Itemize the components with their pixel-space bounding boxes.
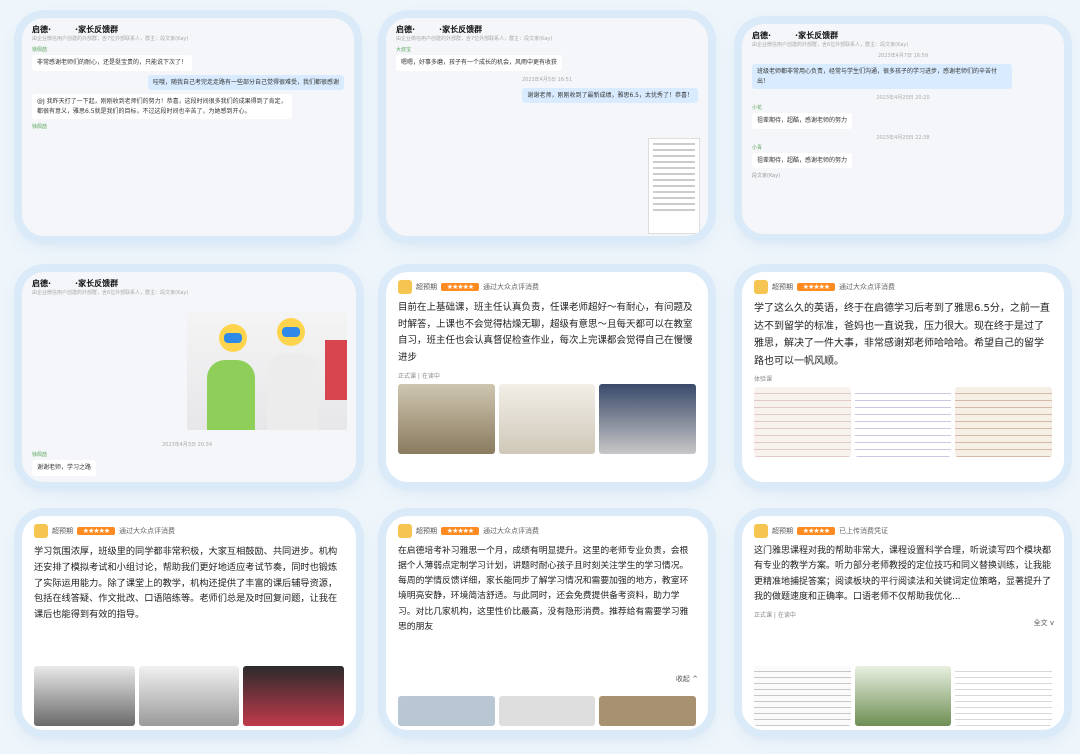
students-photo: [187, 312, 347, 430]
review-source: 通过大众点评消费: [483, 527, 539, 535]
message-bubble: 哇哦，随我自己考完走走路有一些部分自己觉得很难受，我们都很感谢: [147, 74, 344, 91]
star-rating-icon: ★★★★★: [441, 527, 479, 535]
worksheet-photo: [955, 666, 1053, 726]
display-wall-photo: [243, 666, 345, 726]
review-text: 学了这么久的英语，终于在启德学习后考到了雅思6.5分，之前一直达不到留学的标准，…: [754, 303, 1050, 367]
course-tag: 正式课 | 在读中: [398, 372, 440, 380]
chat-subtitle: 由企业微信用户创建的外部群，含7位外部联系人，群主：段文家(Kay): [396, 36, 553, 42]
message-bubble: 嗯嗯，好事多磨，孩子有一个成长的机会，风雨中更有收获: [396, 55, 563, 71]
chevron-down-icon: v: [1049, 619, 1054, 627]
timestamp: 2023年4月20日 20:20: [876, 95, 930, 102]
collage: 启德· ·家长反馈群 由企业微信用户创建的外部群，含7位外部联系人，群主：段文家…: [0, 0, 1080, 754]
classroom-photo: [398, 383, 495, 454]
book-photo: [854, 666, 952, 726]
notebook-photo: [754, 387, 851, 457]
collapse-link[interactable]: 收起 ^: [676, 674, 698, 684]
star-rating-icon: ★★★★★: [77, 527, 115, 535]
message-bubble: 谢谢老师，刚刚收到了最新成绩，雅思6.5，太优秀了！恭喜！: [522, 87, 698, 104]
message-bubble: 班级老师都非常用心负责，经常与学生们沟通，很多孩子的学习进步，感谢老师们的辛苦付…: [752, 64, 1012, 90]
chat-subtitle: 由企业微信用户创建的外部群，含6位外部联系人，群主：段文家(Kay): [32, 290, 189, 296]
review-card-5: 超预期 ★★★★★ 已上传消费凭证 这门雅思课程对我的帮助非常大，课程设置科学合…: [742, 516, 1064, 730]
chat-card-1: 启德· ·家长反馈群 由企业微信用户创建的外部群，含7位外部联系人，群主：段文家…: [22, 18, 354, 236]
sender-name: 徐佩喆: [32, 452, 48, 458]
sender-name: 大叔宝: [396, 47, 412, 53]
chat-title: 启德· ·家长反馈群: [396, 25, 483, 34]
message-bubble: @J 我昨天打了一下起，刚刚收到老师们的努力！恭喜，这段时间很多我们的成果得到了…: [32, 94, 292, 120]
expand-link[interactable]: 全文 v: [1034, 618, 1054, 628]
star-rating-icon: ★★★★★: [797, 283, 835, 291]
message-bubble: 非常感谢老师们的耐心，还是挺宝贵的，只能说下次了！: [32, 55, 193, 71]
classroom-photo: [138, 666, 240, 726]
timestamp: 2023年4月7日 16:59: [877, 53, 929, 59]
review-card-4: 超预期 ★★★★★ 通过大众点评消费 在启德培考补习雅思一个月，成绩有明显提升。…: [386, 516, 708, 730]
score-report-image: [648, 138, 700, 234]
review-card-1: 超预期 ★★★★★ 通过大众点评消费 目前在上基础课，班主任认真负责，任课老师超…: [386, 272, 708, 482]
review-card-2: 超预期 ★★★★★ 通过大众点评消费 学了这么久的英语，终于在启德学习后考到了雅…: [742, 272, 1064, 482]
chat-card-4: 启德· ·家长反馈群 由企业微信用户创建的外部群，含6位外部联系人，群主：段文家…: [22, 272, 356, 482]
user-name: 超预期: [772, 527, 793, 535]
user-avatar: [754, 280, 768, 294]
message-bubble: 祖辈期待，超酷，感谢老师的努力: [752, 113, 853, 129]
notebook-photo: [955, 387, 1053, 457]
course-tag: 正式课 | 在读中: [754, 611, 796, 619]
review-source: 通过大众点评消费: [839, 283, 895, 291]
review-source: 已上传消费凭证: [839, 527, 888, 535]
sender-name: 小青: [752, 144, 763, 151]
review-source: 通过大众点评消费: [119, 527, 175, 535]
chat-card-2: 启德· ·家长反馈群 由企业微信用户创建的外部群，含7位外部联系人，群主：段文家…: [386, 18, 708, 236]
chat-title: 启德· ·家长反馈群: [752, 31, 839, 40]
timestamp: 2023年4月3日 20:34: [161, 442, 213, 448]
star-rating-icon: ★★★★★: [441, 283, 479, 291]
user-avatar: [398, 280, 412, 294]
star-rating-icon: ★★★★★: [797, 527, 835, 535]
sender-name: 段文家(Kay): [752, 173, 781, 180]
classroom-photo: [398, 696, 495, 726]
user-name: 超预期: [52, 527, 73, 535]
user-name: 超预期: [416, 283, 437, 291]
chat-card-3: 启德· ·家长反馈群 由企业微信用户创建的外部群，含6位外部联系人，群主：段文家…: [742, 24, 1064, 234]
review-text: 目前在上基础课，班主任认真负责，任课老师超好～有耐心，有问题及时解答，上课也不会…: [398, 302, 693, 363]
classroom-photo: [599, 696, 697, 726]
user-name: 超预期: [416, 527, 437, 535]
user-avatar: [398, 524, 412, 538]
sender-name: 徐佩喆: [32, 124, 48, 131]
course-tag: 体验课: [754, 376, 773, 383]
chat-subtitle: 由企业微信用户创建的外部群，含7位外部联系人，群主：段文家(Kay): [32, 36, 189, 42]
user-avatar: [754, 524, 768, 538]
sender-name: 小花: [752, 105, 763, 112]
user-avatar: [34, 524, 48, 538]
review-text: 学习氛围浓厚，班级里的同学都非常积极，大家互相鼓励、共同进步。机构还安排了模拟考…: [34, 546, 338, 621]
notebook-photo: [854, 387, 952, 457]
message-bubble: 祖辈期待，超酷，感谢老师的努力: [752, 152, 853, 169]
chat-title: 启德· ·家长反馈群: [32, 279, 119, 288]
book-photo: [599, 383, 697, 454]
review-source: 通过大众点评消费: [483, 283, 539, 291]
chevron-up-icon: ^: [692, 675, 698, 683]
message-bubble: 谢谢老师，学习之路: [32, 460, 97, 476]
review-text: 在启德培考补习雅思一个月，成绩有明显提升。这里的老师专业负责，会根据个人薄弱点定…: [398, 546, 689, 632]
notes-photo: [498, 383, 596, 454]
chat-title: 启德· ·家长反馈群: [32, 25, 119, 34]
worksheet-photo: [754, 666, 851, 726]
user-name: 超预期: [772, 283, 793, 291]
timestamp: 2023年4月5日 16:51: [521, 76, 573, 83]
review-card-3: 超预期 ★★★★★ 通过大众点评消费 学习氛围浓厚，班级里的同学都非常积极，大家…: [22, 516, 356, 730]
timestamp: 2023年4月20日 22:38: [876, 134, 930, 141]
review-text: 这门雅思课程对我的帮助非常大，课程设置科学合理，听说读写四个模块都有专业的教学方…: [754, 546, 1052, 603]
sender-name: 徐佩喆: [32, 47, 48, 53]
chat-subtitle: 由企业微信用户创建的外部群，含6位外部联系人，群主：段文家(Kay): [752, 42, 909, 48]
classroom-photo: [498, 696, 596, 726]
classroom-photo: [34, 666, 135, 726]
